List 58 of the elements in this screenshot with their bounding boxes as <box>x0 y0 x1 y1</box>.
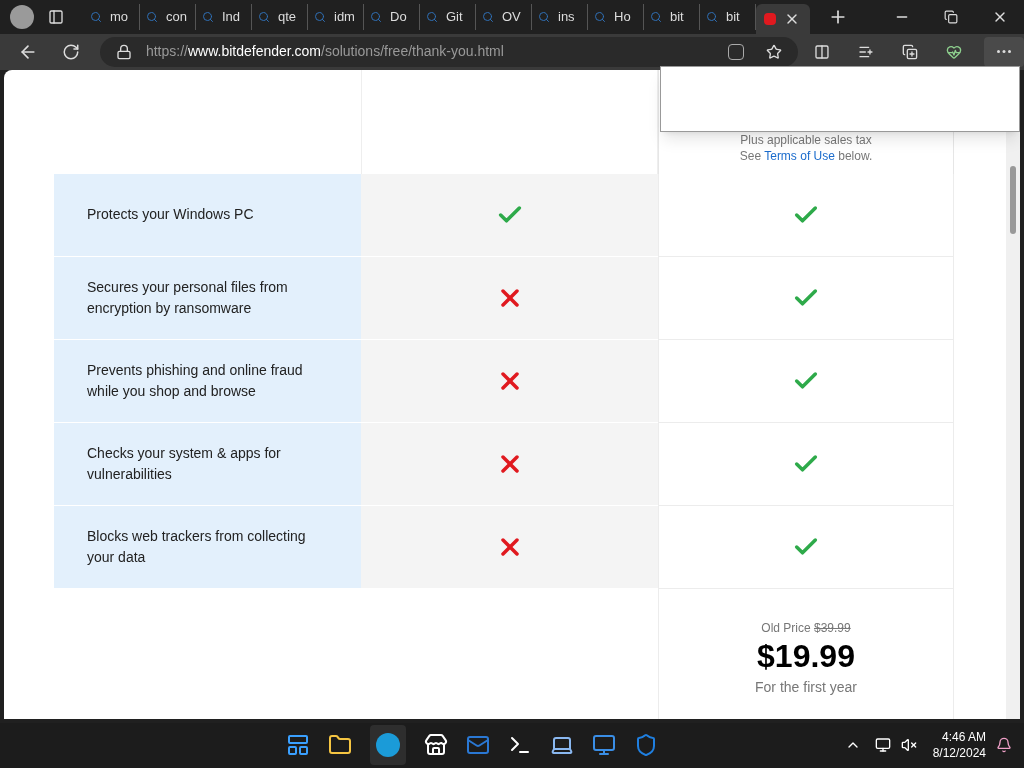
search-icon <box>202 11 214 23</box>
browser-tab[interactable]: Do <box>364 4 420 30</box>
search-icon <box>258 11 270 23</box>
search-icon <box>314 11 326 23</box>
old-price-text: Old Price $39.99 <box>761 619 851 637</box>
clock[interactable]: 4:46 AM 8/12/2024 <box>932 729 986 762</box>
search-icon <box>370 11 382 23</box>
browser-tab[interactable]: Git <box>420 4 476 30</box>
restore-icon[interactable] <box>944 10 958 24</box>
scrollbar-thumb[interactable] <box>1010 165 1016 234</box>
browser-tab[interactable]: OV <box>476 4 532 30</box>
address-bar[interactable]: https://www.bitdefender.com/solutions/free/thank-you.html <box>99 36 799 67</box>
profile-avatar[interactable] <box>10 5 34 29</box>
bell-icon[interactable] <box>996 737 1012 754</box>
browser-tab[interactable] <box>756 4 810 34</box>
price-text: $19.99 <box>757 636 855 675</box>
feature-text: Prevents phishing and online fraud while you shop and browse <box>87 360 304 401</box>
browser-tab[interactable]: idm <box>308 4 364 30</box>
feature-text: Checks your system & apps for vulnerabilities <box>87 443 282 484</box>
url-text: https://www.bitdefender.com/solutions/free/thank-you.html <box>145 42 504 62</box>
site-icon <box>764 13 776 25</box>
split-screen-icon[interactable] <box>814 43 831 60</box>
lock-icon <box>115 43 132 60</box>
search-icon <box>594 11 606 23</box>
start-icon[interactable] <box>286 733 311 758</box>
terms-note: See Terms of Use below. <box>739 147 873 164</box>
collections-icon[interactable] <box>902 43 919 60</box>
feature-text: Blocks web trackers from collecting your data <box>87 526 307 567</box>
feature-text: Protects your Windows PC <box>87 205 254 225</box>
more-icon <box>997 50 1011 54</box>
tab-actions-icon[interactable] <box>48 9 64 25</box>
browser-tab[interactable]: Ho <box>588 4 644 30</box>
network-icon[interactable] <box>874 737 891 754</box>
search-icon <box>706 11 718 23</box>
store-icon[interactable] <box>424 733 449 758</box>
favorite-icon[interactable] <box>766 43 783 60</box>
feature-text: Secures your personal files from encryption by ransomware <box>87 277 289 318</box>
reload-icon[interactable] <box>61 42 80 61</box>
search-icon <box>650 11 662 23</box>
browser-tab[interactable]: mo <box>84 4 140 30</box>
health-icon[interactable] <box>946 43 963 60</box>
tax-note: Plus applicable sales tax <box>740 131 872 148</box>
mute-icon[interactable] <box>900 737 917 754</box>
search-icon <box>482 11 494 23</box>
search-icon <box>538 11 550 23</box>
window-icon[interactable] <box>592 733 617 758</box>
browser-taskbar-button[interactable] <box>370 725 407 766</box>
terms-link[interactable]: Terms of Use <box>764 148 835 163</box>
browser-tab[interactable]: bit <box>644 4 700 30</box>
search-icon <box>426 11 438 23</box>
browser-tab[interactable]: qte <box>252 4 308 30</box>
more-button[interactable] <box>984 36 1024 67</box>
search-icon <box>90 11 102 23</box>
browser-tab[interactable]: ins <box>532 4 588 30</box>
period-text: For the first year <box>755 677 857 697</box>
search-icon <box>146 11 158 23</box>
browser-tab[interactable]: Ind <box>196 4 252 30</box>
browser-tab[interactable]: con <box>140 4 196 30</box>
